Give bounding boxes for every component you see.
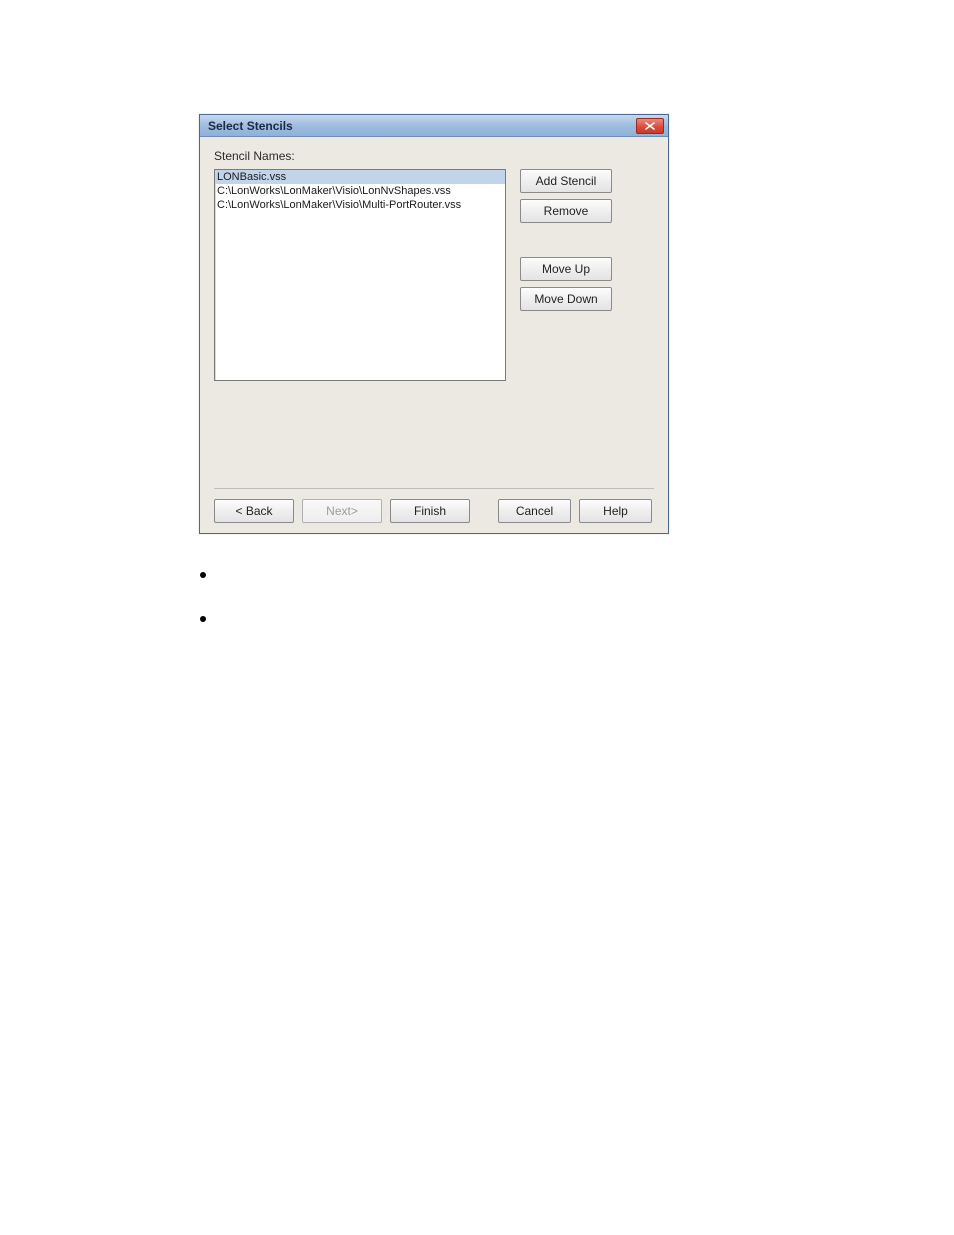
bullet-icon	[200, 572, 206, 578]
finish-button[interactable]: Finish	[390, 499, 470, 523]
add-stencil-button[interactable]: Add Stencil	[520, 169, 612, 193]
remove-button[interactable]: Remove	[520, 199, 612, 223]
footer-separator	[214, 488, 654, 489]
dialog-footer: < Back Next> Finish Cancel Help	[214, 499, 654, 523]
bullet-icon	[200, 616, 206, 622]
select-stencils-dialog: Select Stencils Stencil Names: LONBasic.…	[199, 114, 669, 534]
move-down-button[interactable]: Move Down	[520, 287, 612, 311]
back-button[interactable]: < Back	[214, 499, 294, 523]
cancel-button[interactable]: Cancel	[498, 499, 571, 523]
stencil-listbox[interactable]: LONBasic.vss C:\LonWorks\LonMaker\Visio\…	[214, 169, 506, 381]
list-item[interactable]: C:\LonWorks\LonMaker\Visio\LonNvShapes.v…	[215, 184, 505, 198]
titlebar: Select Stencils	[200, 115, 668, 137]
help-button[interactable]: Help	[579, 499, 652, 523]
next-button[interactable]: Next>	[302, 499, 382, 523]
dialog-body: Stencil Names: LONBasic.vss C:\LonWorks\…	[200, 137, 668, 533]
dialog-title: Select Stencils	[208, 119, 293, 133]
spacer	[214, 389, 654, 488]
bullet-list	[200, 572, 206, 660]
content-row: LONBasic.vss C:\LonWorks\LonMaker\Visio\…	[214, 169, 654, 381]
side-button-column: Add Stencil Remove Move Up Move Down	[520, 169, 612, 381]
wizard-nav-group: < Back Next> Finish	[214, 499, 470, 523]
list-item[interactable]: LONBasic.vss	[215, 170, 505, 184]
stencil-names-label: Stencil Names:	[214, 149, 654, 163]
button-gap	[520, 229, 612, 251]
close-button[interactable]	[636, 118, 664, 134]
close-icon	[645, 122, 655, 130]
list-item[interactable]: C:\LonWorks\LonMaker\Visio\Multi-PortRou…	[215, 198, 505, 212]
move-up-button[interactable]: Move Up	[520, 257, 612, 281]
